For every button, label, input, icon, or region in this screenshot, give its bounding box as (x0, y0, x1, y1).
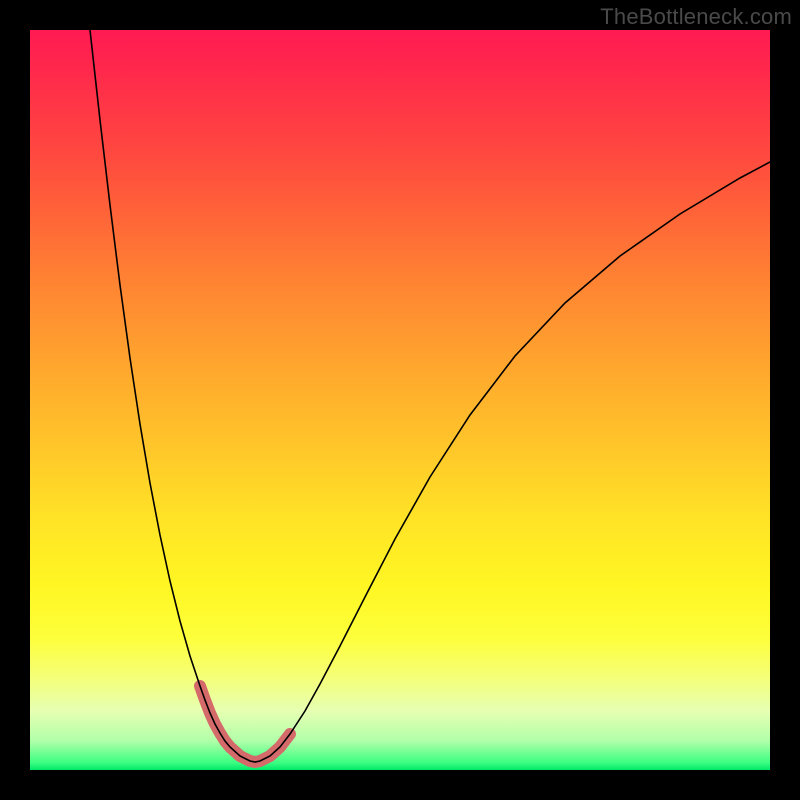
series-curve (90, 30, 770, 762)
chart-plot (30, 30, 770, 770)
chart-frame (30, 30, 770, 770)
watermark-text: TheBottleneck.com (600, 4, 792, 30)
